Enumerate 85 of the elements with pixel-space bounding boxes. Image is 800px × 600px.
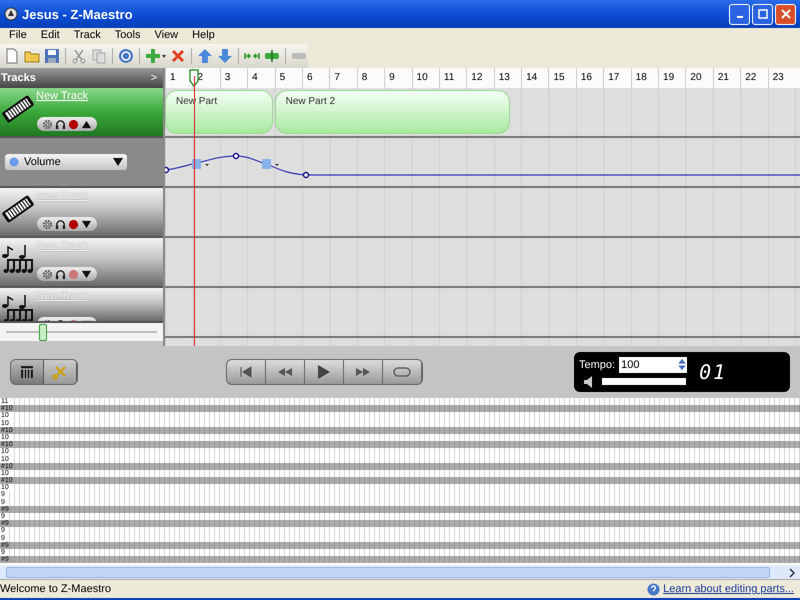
headphones-icon[interactable] bbox=[55, 218, 66, 230]
close-button[interactable] bbox=[775, 4, 796, 24]
bar-number: 9 bbox=[384, 68, 412, 88]
scroll-thumb[interactable] bbox=[6, 567, 770, 578]
play-icon bbox=[317, 364, 331, 380]
skip-to-start-button[interactable] bbox=[227, 360, 266, 384]
slider-thumb[interactable] bbox=[39, 324, 48, 340]
parameter-dot-icon bbox=[9, 157, 19, 167]
rewind-icon bbox=[277, 367, 293, 377]
menu-item[interactable]: Help bbox=[185, 28, 222, 44]
settings-icon[interactable] bbox=[42, 118, 53, 130]
split-icon[interactable] bbox=[263, 47, 282, 65]
bar-number: 6 bbox=[302, 68, 330, 88]
bar-number: 4 bbox=[247, 68, 275, 88]
music-notes-icon bbox=[0, 244, 36, 274]
fast-forward-button[interactable] bbox=[344, 360, 383, 384]
record-icon[interactable] bbox=[68, 218, 79, 230]
menu-item[interactable]: File bbox=[2, 28, 34, 44]
expand-icon[interactable] bbox=[81, 218, 92, 230]
bar-number: 15 bbox=[548, 68, 576, 88]
scissors-icon bbox=[52, 364, 68, 380]
maximize-icon bbox=[758, 9, 768, 19]
bar-number: 16 bbox=[576, 68, 604, 88]
grid-view-button[interactable] bbox=[11, 360, 44, 384]
speaker-icon bbox=[583, 376, 593, 388]
scissors-button[interactable] bbox=[44, 360, 77, 384]
bar-number: 19 bbox=[658, 68, 686, 88]
fast-forward-icon bbox=[355, 367, 371, 377]
bar-number: 13 bbox=[494, 68, 522, 88]
part-block[interactable]: New Part 2 bbox=[274, 90, 510, 134]
move-down-icon[interactable] bbox=[216, 47, 234, 65]
settings-icon[interactable] bbox=[42, 218, 53, 230]
automation-dropdown[interactable]: Volume bbox=[5, 154, 127, 170]
minimize-button[interactable] bbox=[729, 4, 750, 24]
bar-number: 21 bbox=[712, 68, 740, 88]
playhead-marker[interactable] bbox=[189, 69, 199, 87]
add-track-icon[interactable] bbox=[144, 47, 168, 65]
bar-number: 12 bbox=[466, 68, 494, 88]
collapse-icon[interactable] bbox=[81, 118, 92, 130]
bar-number: 17 bbox=[603, 68, 631, 88]
spinner-arrows-icon[interactable] bbox=[677, 357, 688, 372]
move-up-icon[interactable] bbox=[196, 47, 214, 65]
music-notes-icon bbox=[0, 294, 36, 321]
minimize-icon bbox=[736, 16, 742, 18]
bar-number: 8 bbox=[356, 68, 384, 88]
play-button[interactable] bbox=[305, 360, 344, 384]
bar-number: 18 bbox=[630, 68, 658, 88]
rewind-button[interactable] bbox=[266, 360, 305, 384]
settings-icon[interactable] bbox=[42, 268, 53, 280]
bar-number: 5 bbox=[274, 68, 302, 88]
skip-to-start-icon bbox=[239, 366, 253, 378]
bar-number: 23 bbox=[768, 68, 795, 88]
bar-number: 11 bbox=[438, 68, 466, 88]
record-icon[interactable] bbox=[68, 118, 79, 130]
caret-icon bbox=[113, 158, 123, 166]
help-link[interactable]: Learn about editing parts... bbox=[663, 583, 794, 595]
tempo-label: Tempo: bbox=[579, 358, 616, 370]
grid-icon bbox=[20, 365, 34, 379]
loop-button[interactable] bbox=[383, 360, 422, 384]
menu-item[interactable]: View bbox=[147, 28, 186, 44]
headphones-icon[interactable] bbox=[55, 268, 66, 280]
window-title: Jesus - Z-Maestro bbox=[22, 6, 134, 22]
bar-number: 7 bbox=[329, 68, 357, 88]
status-message: Welcome to Z-Maestro bbox=[0, 583, 112, 595]
app-icon bbox=[4, 7, 18, 21]
save-icon[interactable] bbox=[42, 47, 61, 65]
collapse-toggle[interactable]: > bbox=[150, 72, 157, 84]
close-icon bbox=[780, 9, 790, 19]
menu-item[interactable]: Edit bbox=[34, 28, 67, 44]
bar-number: 3 bbox=[220, 68, 248, 88]
bar-number: 22 bbox=[740, 68, 768, 88]
loop-icon bbox=[393, 367, 411, 377]
bar-number: 14 bbox=[521, 68, 548, 88]
tracks-title: Tracks bbox=[1, 72, 36, 84]
bar-number: 10 bbox=[412, 68, 439, 88]
bar-display: 01 bbox=[699, 360, 728, 384]
expand-icon[interactable] bbox=[81, 268, 92, 280]
tempo-field[interactable]: 100 bbox=[619, 356, 688, 372]
bar-number: 20 bbox=[685, 68, 713, 88]
menu-item[interactable]: Track bbox=[66, 28, 108, 44]
horizontal-scrollbar[interactable] bbox=[0, 565, 800, 579]
menu-item[interactable]: Tools bbox=[108, 28, 148, 44]
scroll-right-icon[interactable] bbox=[788, 568, 796, 578]
maximize-button[interactable] bbox=[752, 4, 773, 24]
headphones-icon[interactable] bbox=[55, 118, 66, 130]
